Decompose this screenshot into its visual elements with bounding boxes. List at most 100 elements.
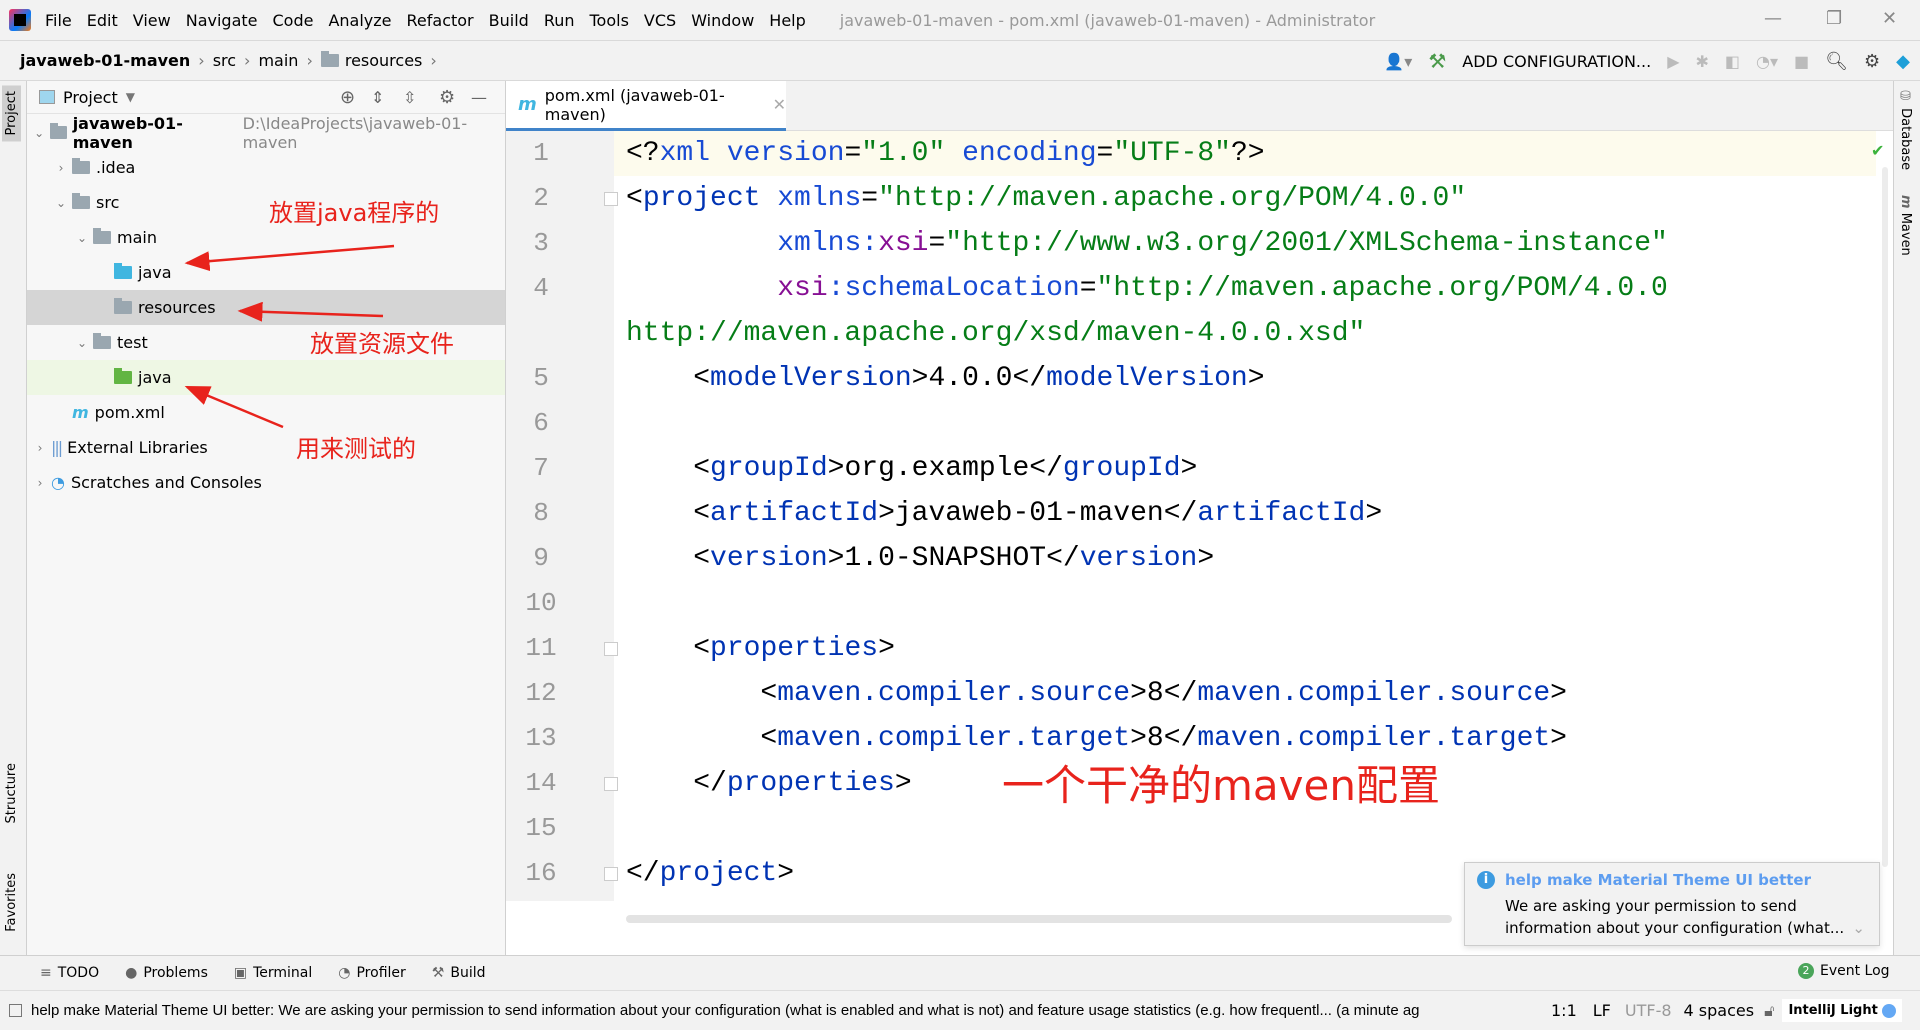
menu-view[interactable]: View (133, 11, 171, 30)
search-icon[interactable]: 🔍︎ (1825, 51, 1848, 72)
menu-code[interactable]: Code (273, 11, 314, 30)
stop-icon[interactable]: ■ (1794, 52, 1809, 71)
notification-popup[interactable]: i help make Material Theme UI better We … (1464, 862, 1880, 946)
breadcrumb-resources[interactable]: resources (345, 51, 423, 70)
debug-icon[interactable]: ✱ (1696, 52, 1709, 71)
toggle-tool-windows-icon[interactable] (9, 1004, 22, 1017)
menu-run[interactable]: Run (544, 11, 575, 30)
fold-marker-icon[interactable] (604, 777, 618, 791)
project-tool-tab[interactable]: Project (2, 85, 21, 142)
chevron-down-icon[interactable]: ⌄ (75, 231, 89, 245)
expand-all-icon[interactable]: ⇕ (371, 88, 384, 107)
menu-refactor[interactable]: Refactor (407, 11, 474, 30)
line-number: 13 (525, 723, 557, 753)
chevron-right-icon[interactable]: › (54, 161, 68, 175)
chevron-down-icon[interactable]: ⌄ (75, 336, 89, 350)
horizontal-scrollbar[interactable] (626, 915, 1452, 923)
collapse-all-icon[interactable]: ⇳ (403, 88, 416, 107)
user-icon[interactable]: 👤▾ (1384, 52, 1412, 71)
project-panel-header: Project ▼ ⊕ ⇕ ⇳ ⚙ — (27, 81, 505, 114)
close-button[interactable]: ✕ (1882, 8, 1897, 29)
menu-window[interactable]: Window (691, 11, 754, 30)
menu-navigate[interactable]: Navigate (186, 11, 258, 30)
tree-item-label: java (138, 368, 172, 387)
tool-todo[interactable]: ≡ TODO (40, 965, 99, 981)
maven-file-icon: m (72, 403, 89, 422)
line-separator[interactable]: LF (1593, 1001, 1611, 1020)
chevron-down-icon[interactable]: ⌄ (54, 196, 68, 210)
tree-item[interactable]: java (27, 360, 505, 395)
code-line: <modelVersion>4.0.0</modelVersion> (626, 363, 1265, 394)
indent-setting[interactable]: 4 spaces (1684, 1001, 1755, 1020)
line-number: 8 (533, 498, 549, 528)
caret-position[interactable]: 1:1 (1551, 1001, 1577, 1020)
minimize-button[interactable]: — (1764, 8, 1782, 29)
project-view-selector[interactable]: Project (63, 88, 118, 107)
vertical-scrollbar[interactable] (1882, 167, 1888, 867)
menu-help[interactable]: Help (769, 11, 805, 30)
breadcrumb-main[interactable]: main (258, 51, 298, 70)
run-icon[interactable]: ▶ (1667, 52, 1679, 71)
todo-icon: ≡ (40, 965, 52, 981)
gear-icon[interactable]: ⚙ (1864, 51, 1880, 72)
maven-tool-tab[interactable]: m Maven (1898, 195, 1913, 256)
line-number: 4 (533, 273, 549, 303)
breadcrumb-src[interactable]: src (213, 51, 236, 70)
fold-marker-icon[interactable] (604, 867, 618, 881)
notification-title[interactable]: help make Material Theme UI better (1505, 871, 1811, 889)
file-encoding[interactable]: UTF-8 (1625, 1001, 1672, 1020)
chevron-right-icon[interactable]: › (33, 476, 47, 490)
intellij-logo-icon (9, 9, 31, 31)
add-configuration-button[interactable]: ADD CONFIGURATION... (1462, 52, 1651, 71)
tree-item[interactable]: resources (27, 290, 505, 325)
main-toolbar: 👤▾ ⚒ ADD CONFIGURATION... ▶ ✱ ◧ ◔▾ ■ 🔍︎ … (1384, 41, 1920, 81)
locate-icon[interactable]: ⊕ (340, 87, 355, 108)
menu-edit[interactable]: Edit (87, 11, 118, 30)
chevron-right-icon[interactable]: › (33, 441, 47, 455)
tree-item[interactable]: m pom.xml (27, 395, 505, 430)
resources-folder-icon (114, 298, 132, 314)
menu-vcs[interactable]: VCS (644, 11, 676, 30)
menu-build[interactable]: Build (489, 11, 529, 30)
folder-icon (72, 158, 90, 174)
menu-file[interactable]: File (45, 11, 72, 30)
settings-gear-icon[interactable]: ⚙ (439, 87, 455, 108)
structure-tool-tab[interactable]: Structure (2, 757, 21, 829)
expand-chevron-icon[interactable]: ⌄ (1852, 919, 1865, 937)
tree-item[interactable]: ⌄ javaweb-01-maven D:\IdeaProjects\javaweb… (27, 113, 505, 152)
fold-marker-icon[interactable] (604, 192, 618, 206)
close-tab-icon[interactable]: ✕ (773, 95, 786, 114)
profile-icon[interactable]: ◔▾ (1756, 52, 1778, 71)
database-tool-tab[interactable]: ⛁ Database (1898, 89, 1913, 170)
status-message[interactable]: help make Material Theme UI better: We a… (31, 1002, 1531, 1019)
tool-build[interactable]: ⚒ Build (432, 965, 486, 981)
tree-item[interactable]: › ||| External Libraries (27, 430, 505, 465)
breadcrumb-project[interactable]: javaweb-01-maven (20, 51, 190, 70)
theme-switcher[interactable]: IntelliJ Light (1782, 999, 1903, 1022)
tool-terminal[interactable]: ▣ Terminal (234, 965, 312, 981)
restore-button[interactable]: ❐ (1826, 8, 1842, 29)
tool-problems[interactable]: ● Problems (125, 965, 208, 981)
build-hammer-icon[interactable]: ⚒ (1428, 49, 1446, 73)
menu-tools[interactable]: Tools (590, 11, 629, 30)
menu-analyze[interactable]: Analyze (328, 11, 391, 30)
tree-item[interactable]: java (27, 255, 505, 290)
line-number: 16 (525, 858, 557, 888)
tab-pom-xml[interactable]: m pom.xml (javaweb-01-maven) ✕ (506, 81, 786, 131)
lock-icon[interactable]: 🔓︎ (1764, 1001, 1774, 1021)
code-row: 1 <?xml version="1.0" encoding="UTF-8"?> (506, 131, 1876, 176)
tree-item-label: javaweb-01-maven (72, 113, 183, 152)
tree-item[interactable]: › ◔ Scratches and Consoles (27, 465, 505, 500)
event-log-button[interactable]: 2 Event Log (1798, 963, 1890, 979)
favorites-tool-tab[interactable]: Favorites (2, 867, 21, 938)
dropdown-arrow-icon[interactable]: ▼ (126, 90, 135, 104)
coverage-icon[interactable]: ◧ (1725, 52, 1740, 71)
code-row: 4 xsi:schemaLocation="http://maven.apach… (506, 266, 1876, 356)
tool-profiler[interactable]: ◔ Profiler (338, 965, 406, 981)
code-line: xsi:schemaLocation="http://maven.apache.… (626, 273, 1685, 349)
hide-panel-icon[interactable]: — (471, 88, 487, 107)
tree-item[interactable]: › .idea (27, 150, 505, 185)
toolbox-icon[interactable]: ◆ (1896, 51, 1910, 72)
chevron-down-icon[interactable]: ⌄ (33, 126, 46, 140)
fold-marker-icon[interactable] (604, 642, 618, 656)
